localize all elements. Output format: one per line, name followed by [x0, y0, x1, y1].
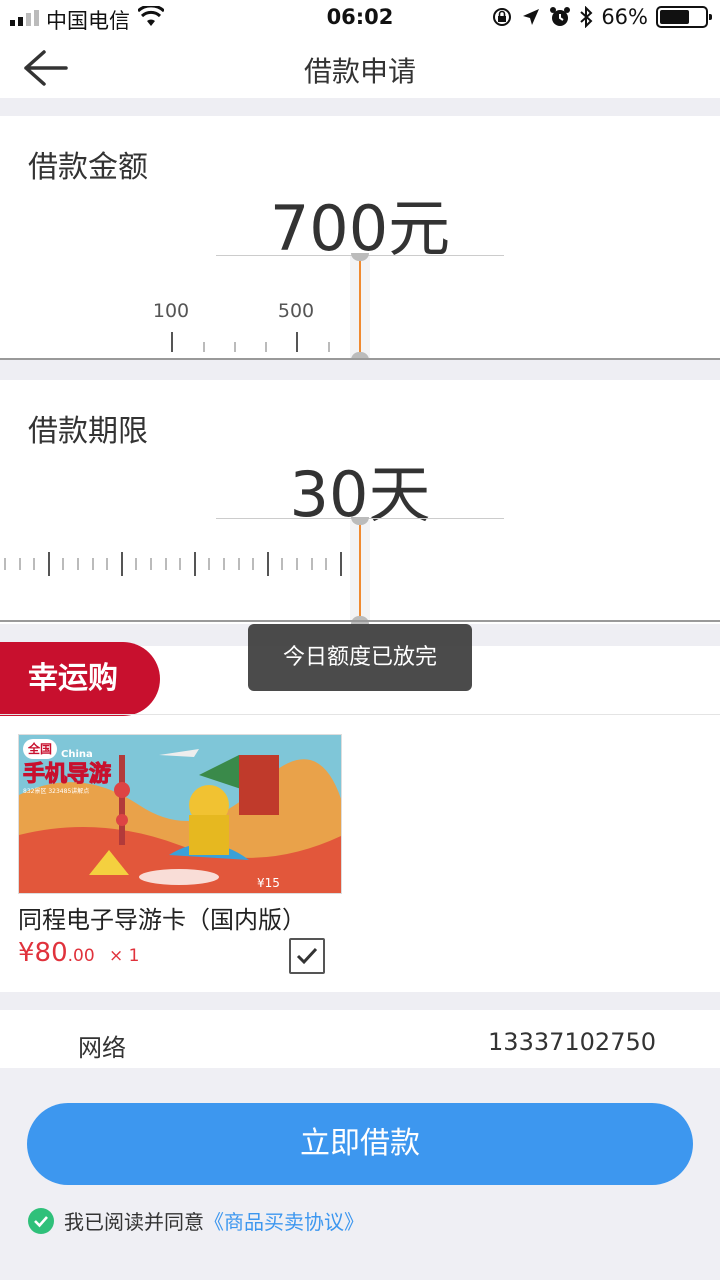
- phone-number: 13337102750: [488, 1028, 656, 1056]
- contact-info-section: 网络 13337102750: [0, 1010, 720, 1068]
- ruler-tick: [91, 558, 94, 570]
- amount-indicator[interactable]: [350, 253, 370, 360]
- loan-term-card: 借款期限 30天: [0, 380, 720, 624]
- lucky-purchase-section: 幸运购 全国 China 手机导游 832景区 323485讲解点 ¥15 同程…: [0, 642, 720, 992]
- toast-message: 今日额度已放完: [248, 624, 472, 691]
- checkmark-icon: [296, 947, 318, 965]
- ruler-label-100: 100: [152, 300, 190, 322]
- image-badge: 全国: [27, 741, 52, 756]
- ruler-tick: [120, 552, 123, 576]
- product-price: ¥80.00 × 1: [18, 938, 140, 968]
- product-name: 同程电子导游卡（国内版）: [18, 906, 306, 934]
- bluetooth-icon: [580, 6, 593, 28]
- loan-term-label: 借款期限: [28, 414, 148, 449]
- agree-check-icon[interactable]: [28, 1207, 54, 1234]
- ruler-tick: [339, 552, 342, 576]
- bottom-action-area: 立即借款 我已阅读并同意 《商品买卖协议》: [0, 1068, 720, 1280]
- ruler-tick: [47, 552, 50, 576]
- ruler-tick: [296, 558, 298, 570]
- ruler-tick: [281, 558, 284, 570]
- product-checkbox[interactable]: [289, 938, 325, 974]
- ruler-tick: [193, 552, 196, 576]
- agreement-row: 我已阅读并同意 《商品买卖协议》: [28, 1206, 364, 1235]
- ruler-tick: [266, 552, 269, 576]
- ruler-tick: [62, 558, 65, 570]
- ruler-tick: [310, 558, 313, 570]
- loan-amount-card: 借款金额 700元 100 500: [0, 116, 720, 360]
- agreement-link[interactable]: 《商品买卖协议》: [204, 1206, 364, 1235]
- ruler-tick: [77, 558, 79, 570]
- borrow-now-button[interactable]: 立即借款: [27, 1103, 693, 1185]
- location-icon: [523, 9, 540, 25]
- ruler-tick: [135, 558, 138, 570]
- ruler-tick: [150, 558, 152, 570]
- network-label: 网络: [78, 1034, 126, 1062]
- image-price-tag: ¥15: [257, 876, 280, 890]
- ruler-tick: [325, 558, 328, 570]
- image-china: China: [61, 749, 93, 760]
- product-image[interactable]: 全国 China 手机导游 832景区 323485讲解点 ¥15: [18, 734, 342, 894]
- image-subtitle: 832景区 323485讲解点: [23, 787, 89, 795]
- ruler-tick: [237, 558, 240, 570]
- ruler-tick: [4, 558, 6, 570]
- ruler-tick: [33, 558, 36, 570]
- ruler-tick: [223, 558, 225, 570]
- navigation-bar: 借款申请: [0, 36, 720, 98]
- ruler-tick: [179, 558, 182, 570]
- term-indicator[interactable]: [350, 517, 370, 624]
- rotation-lock-icon: [493, 8, 512, 26]
- ruler-tick: [208, 558, 211, 570]
- agreement-text: 我已阅读并同意: [64, 1210, 204, 1234]
- loan-amount-label: 借款金额: [28, 150, 148, 185]
- ruler-tick: [164, 558, 167, 570]
- ruler-label-500: 500: [277, 300, 315, 322]
- lucky-tag: 幸运购: [0, 642, 160, 716]
- battery-percent: 66%: [601, 5, 648, 29]
- alarm-icon: [550, 7, 571, 26]
- page-title: 借款申请: [303, 55, 416, 88]
- ruler-tick: [106, 558, 109, 570]
- ruler-tick: [18, 558, 21, 570]
- image-title: 手机导游: [23, 761, 111, 787]
- ruler-tick: [252, 558, 255, 570]
- battery-icon: [656, 6, 712, 28]
- status-bar: 中国电信 06:02 66%: [0, 0, 720, 36]
